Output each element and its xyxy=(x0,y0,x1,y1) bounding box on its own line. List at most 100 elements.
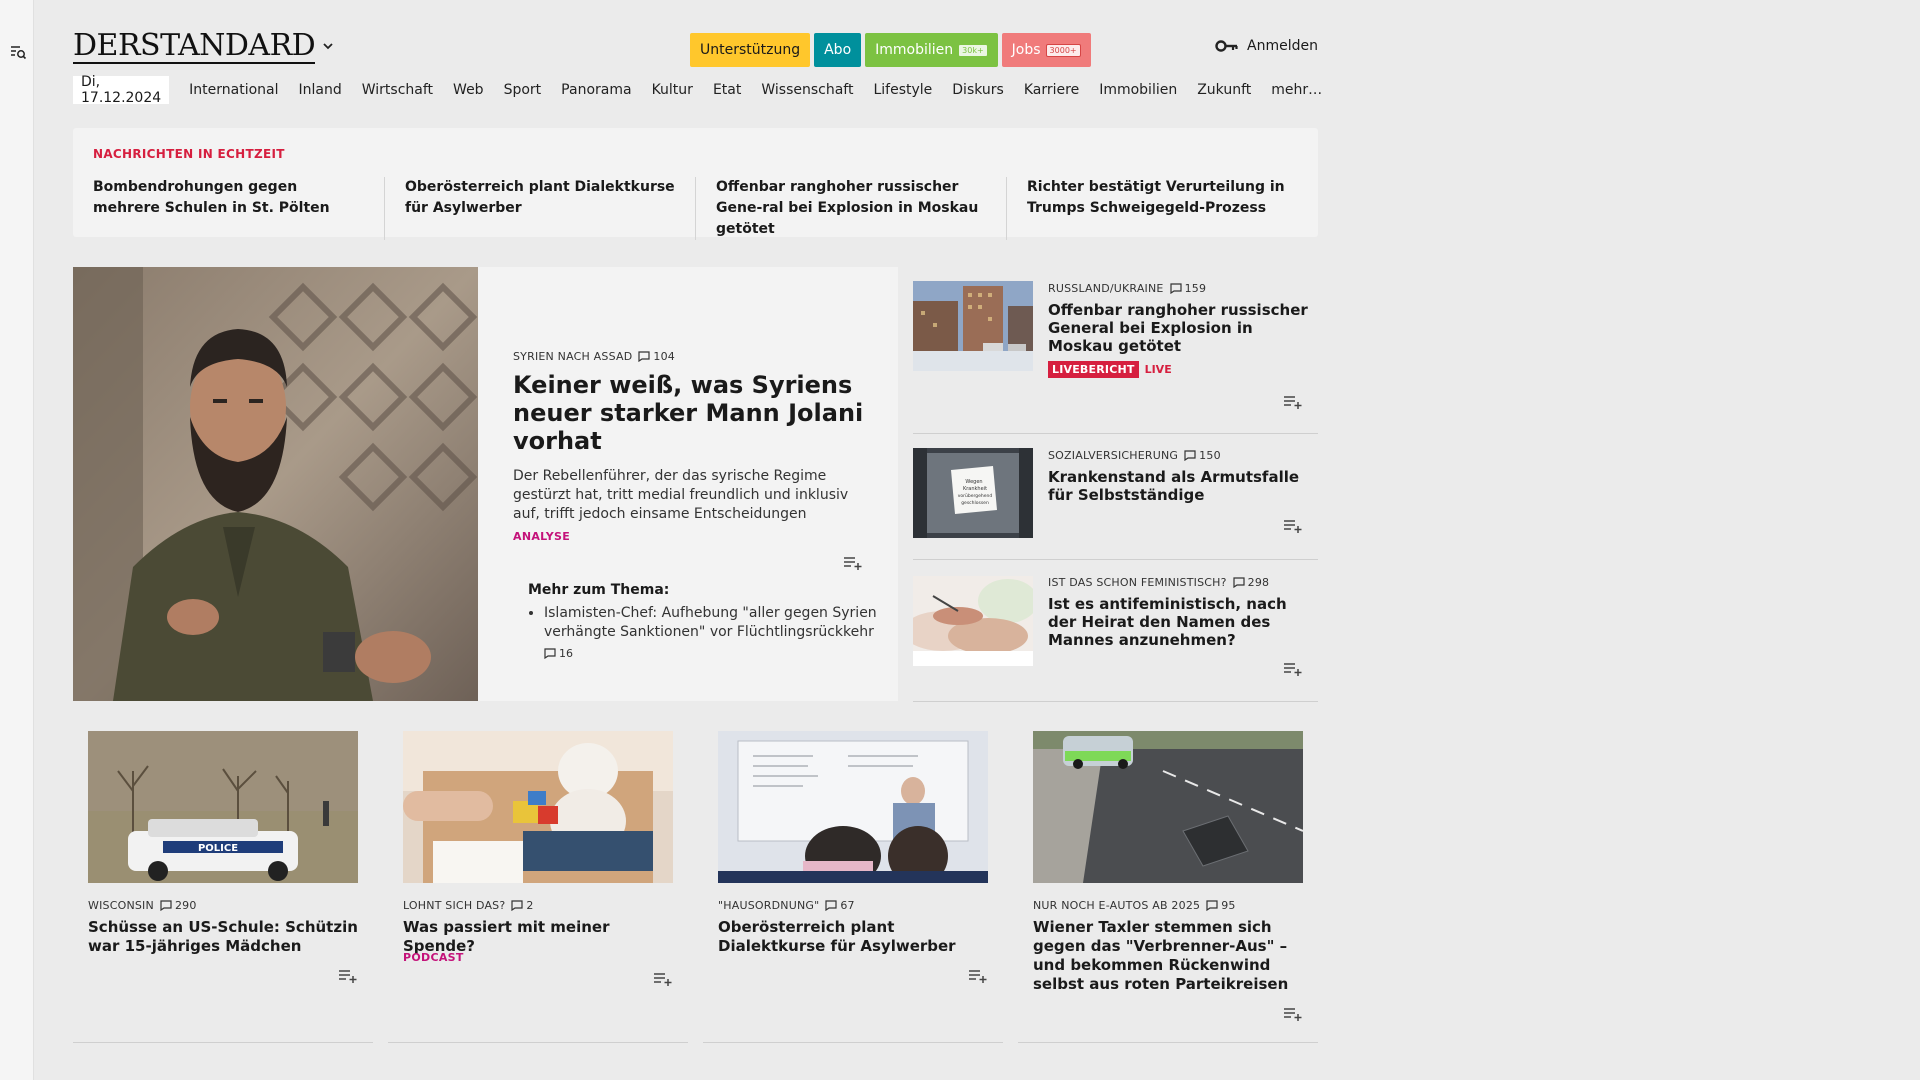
card-image[interactable] xyxy=(1033,731,1303,883)
page: DERSTANDARD Unterstützung Abo Immobilien… xyxy=(73,0,1322,1043)
nav-item-web[interactable]: Web xyxy=(453,82,484,98)
nav-item-inland[interactable]: Inland xyxy=(299,82,342,98)
card-kicker-text: "HAUSORDNUNG" xyxy=(718,899,820,912)
more-on-topic-item[interactable]: Islamisten-Chef: Aufhebung "aller gegen … xyxy=(544,604,884,665)
classroom-photo xyxy=(718,731,988,883)
nav-item-panorama[interactable]: Panorama xyxy=(561,82,631,98)
jobs-count-badge: 3000+ xyxy=(1045,43,1081,57)
card-kicker-text: NUR NOCH E-AUTOS AB 2025 xyxy=(1033,899,1201,912)
side-kicker-text: RUSSLAND/UKRAINE xyxy=(1048,282,1164,295)
jobs-label: Jobs xyxy=(1011,42,1041,58)
abo-label: Abo xyxy=(824,42,852,58)
side-article-image[interactable] xyxy=(913,576,1033,666)
add-to-list-icon[interactable] xyxy=(968,968,988,984)
card-comment-count: 290 xyxy=(174,899,197,912)
side-headline[interactable]: Ist es antifeministisch, nach der Heirat… xyxy=(1048,595,1313,649)
date-chip: Di, 17.12.2024 xyxy=(73,74,170,106)
side-comment-count: 150 xyxy=(1199,449,1221,462)
ticker-item[interactable]: Richter bestätigt Verurteilung in Trumps… xyxy=(1006,177,1317,240)
menu-search-icon[interactable] xyxy=(9,43,27,61)
card-headline[interactable]: Wiener Taxler stemmen sich gegen das "Ve… xyxy=(1033,918,1305,994)
support-button[interactable]: Unterstützung xyxy=(690,33,811,67)
nav-item-sport[interactable]: Sport xyxy=(504,82,542,98)
card-comment-count: 67 xyxy=(840,899,855,912)
jobs-button[interactable]: Jobs 3000+ xyxy=(1001,33,1091,67)
ticker-item[interactable]: Oberösterreich plant Dialektkurse für As… xyxy=(384,177,695,240)
add-to-list-icon[interactable] xyxy=(843,555,863,571)
side-comment-count: 159 xyxy=(1184,282,1207,295)
lead-image[interactable] xyxy=(73,267,478,701)
ticker-item[interactable]: Bombendrohungen gegen mehrere Schulen in… xyxy=(93,177,384,240)
lead-teaser: Der Rebellenführer, der das syrische Reg… xyxy=(513,468,849,522)
card-comments[interactable]: 2 xyxy=(511,899,533,912)
side-article-text: RUSSLAND/UKRAINE 159 Offenbar ranghoher … xyxy=(1048,282,1313,378)
nav-item-etat[interactable]: Etat xyxy=(713,82,741,98)
nav-item-karriere[interactable]: Karriere xyxy=(1024,82,1079,98)
card-comments[interactable]: 290 xyxy=(160,899,197,912)
nav-item-zukunft[interactable]: Zukunft xyxy=(1197,82,1251,98)
add-to-list-icon[interactable] xyxy=(1283,661,1303,677)
add-to-list-icon[interactable] xyxy=(1283,518,1303,534)
more-on-topic-comments[interactable]: 16 xyxy=(544,644,573,663)
podcast-tag: PODCAST xyxy=(403,951,464,964)
side-article-image[interactable] xyxy=(913,281,1033,371)
card-image[interactable] xyxy=(403,731,673,883)
card-comment-count: 95 xyxy=(1221,899,1236,912)
nav-item-immobilien[interactable]: Immobilien xyxy=(1099,82,1177,98)
side-comments[interactable]: 159 xyxy=(1169,282,1207,295)
nav-item-kultur[interactable]: Kultur xyxy=(652,82,693,98)
card-comments[interactable]: 67 xyxy=(825,899,855,912)
lead-story: SYRIEN NACH ASSAD 104 Keiner weiß, was S… xyxy=(73,267,898,701)
analysis-tag: ANALYSE xyxy=(513,530,571,543)
nav-item-more[interactable]: mehr… xyxy=(1271,82,1322,98)
ticker-list: Bombendrohungen gegen mehrere Schulen in… xyxy=(93,177,1317,240)
logo[interactable]: DERSTANDARD xyxy=(73,30,316,64)
side-comments[interactable]: 150 xyxy=(1184,449,1221,462)
more-on-topic-text: Islamisten-Chef: Aufhebung "aller gegen … xyxy=(544,605,877,640)
live-indicator: LIVEBERICHT LIVE xyxy=(1048,361,1313,378)
more-on-topic-title: Mehr zum Thema: xyxy=(528,582,670,598)
article-card: LOHNT SICH DAS? 2 Was passiert mit meine… xyxy=(388,718,688,1043)
taxi-street-photo xyxy=(1033,731,1303,883)
side-headline[interactable]: Offenbar ranghoher russischer General be… xyxy=(1048,301,1313,355)
nav-item-international[interactable]: International xyxy=(189,82,278,98)
card-headline[interactable]: Oberösterreich plant Dialektkurse für As… xyxy=(718,918,990,956)
more-on-topic-list: Islamisten-Chef: Aufhebung "aller gegen … xyxy=(544,604,884,665)
card-headline[interactable]: Schüsse an US-Schule: Schützin war 15-jä… xyxy=(88,918,360,956)
add-to-list-icon[interactable] xyxy=(338,968,358,984)
card-kicker: NUR NOCH E-AUTOS AB 2025 95 xyxy=(1033,899,1236,912)
chevron-down-icon[interactable] xyxy=(320,38,336,54)
card-comments[interactable]: 95 xyxy=(1206,899,1235,912)
abo-button[interactable]: Abo xyxy=(814,33,862,67)
immobilien-button[interactable]: Immobilien 30k+ xyxy=(865,33,998,67)
comment-icon xyxy=(1184,450,1196,461)
side-article-image[interactable]: Wegen Krankheit vorübergehend geschlosse… xyxy=(913,448,1033,538)
add-to-list-icon[interactable] xyxy=(653,971,673,987)
side-kicker: IST DAS SCHON FEMINISTISCH? 298 xyxy=(1048,576,1313,589)
side-headline[interactable]: Krankenstand als Armutsfalle für Selbsts… xyxy=(1048,468,1313,504)
lead-headline[interactable]: Keiner weiß, was Syriens neuer starker M… xyxy=(513,371,873,455)
nav-item-wissenschaft[interactable]: Wissenschaft xyxy=(761,82,853,98)
card-image[interactable]: POLICE xyxy=(88,731,358,883)
side-article: IST DAS SCHON FEMINISTISCH? 298 Ist es a… xyxy=(913,560,1318,702)
livebericht-badge: LIVEBERICHT xyxy=(1048,361,1139,378)
nav-item-diskurs[interactable]: Diskurs xyxy=(952,82,1004,98)
add-to-list-icon[interactable] xyxy=(1283,394,1303,410)
more-comment-count: 16 xyxy=(559,647,573,660)
comment-icon xyxy=(825,900,837,911)
svg-text:Krankheit: Krankheit xyxy=(963,486,987,492)
header-pills: Unterstützung Abo Immobilien 30k+ Jobs 3… xyxy=(690,33,1091,67)
ticker-item[interactable]: Offenbar ranghoher russischer Gene-ral b… xyxy=(695,177,1006,240)
nav-item-lifestyle[interactable]: Lifestyle xyxy=(873,82,932,98)
side-comments[interactable]: 298 xyxy=(1233,576,1270,589)
ticker-label: NACHRICHTEN IN ECHTZEIT xyxy=(93,147,285,161)
nav-item-wirtschaft[interactable]: Wirtschaft xyxy=(362,82,433,98)
side-column: RUSSLAND/UKRAINE 159 Offenbar ranghoher … xyxy=(913,267,1318,702)
card-image[interactable] xyxy=(718,731,988,883)
login-button[interactable]: Anmelden xyxy=(1215,38,1318,54)
immobilien-count-badge: 30k+ xyxy=(958,43,988,57)
lead-comment-count: 104 xyxy=(653,350,675,363)
comment-icon xyxy=(1169,283,1182,294)
add-to-list-icon[interactable] xyxy=(1283,1006,1303,1022)
lead-comments[interactable]: 104 xyxy=(638,350,675,363)
